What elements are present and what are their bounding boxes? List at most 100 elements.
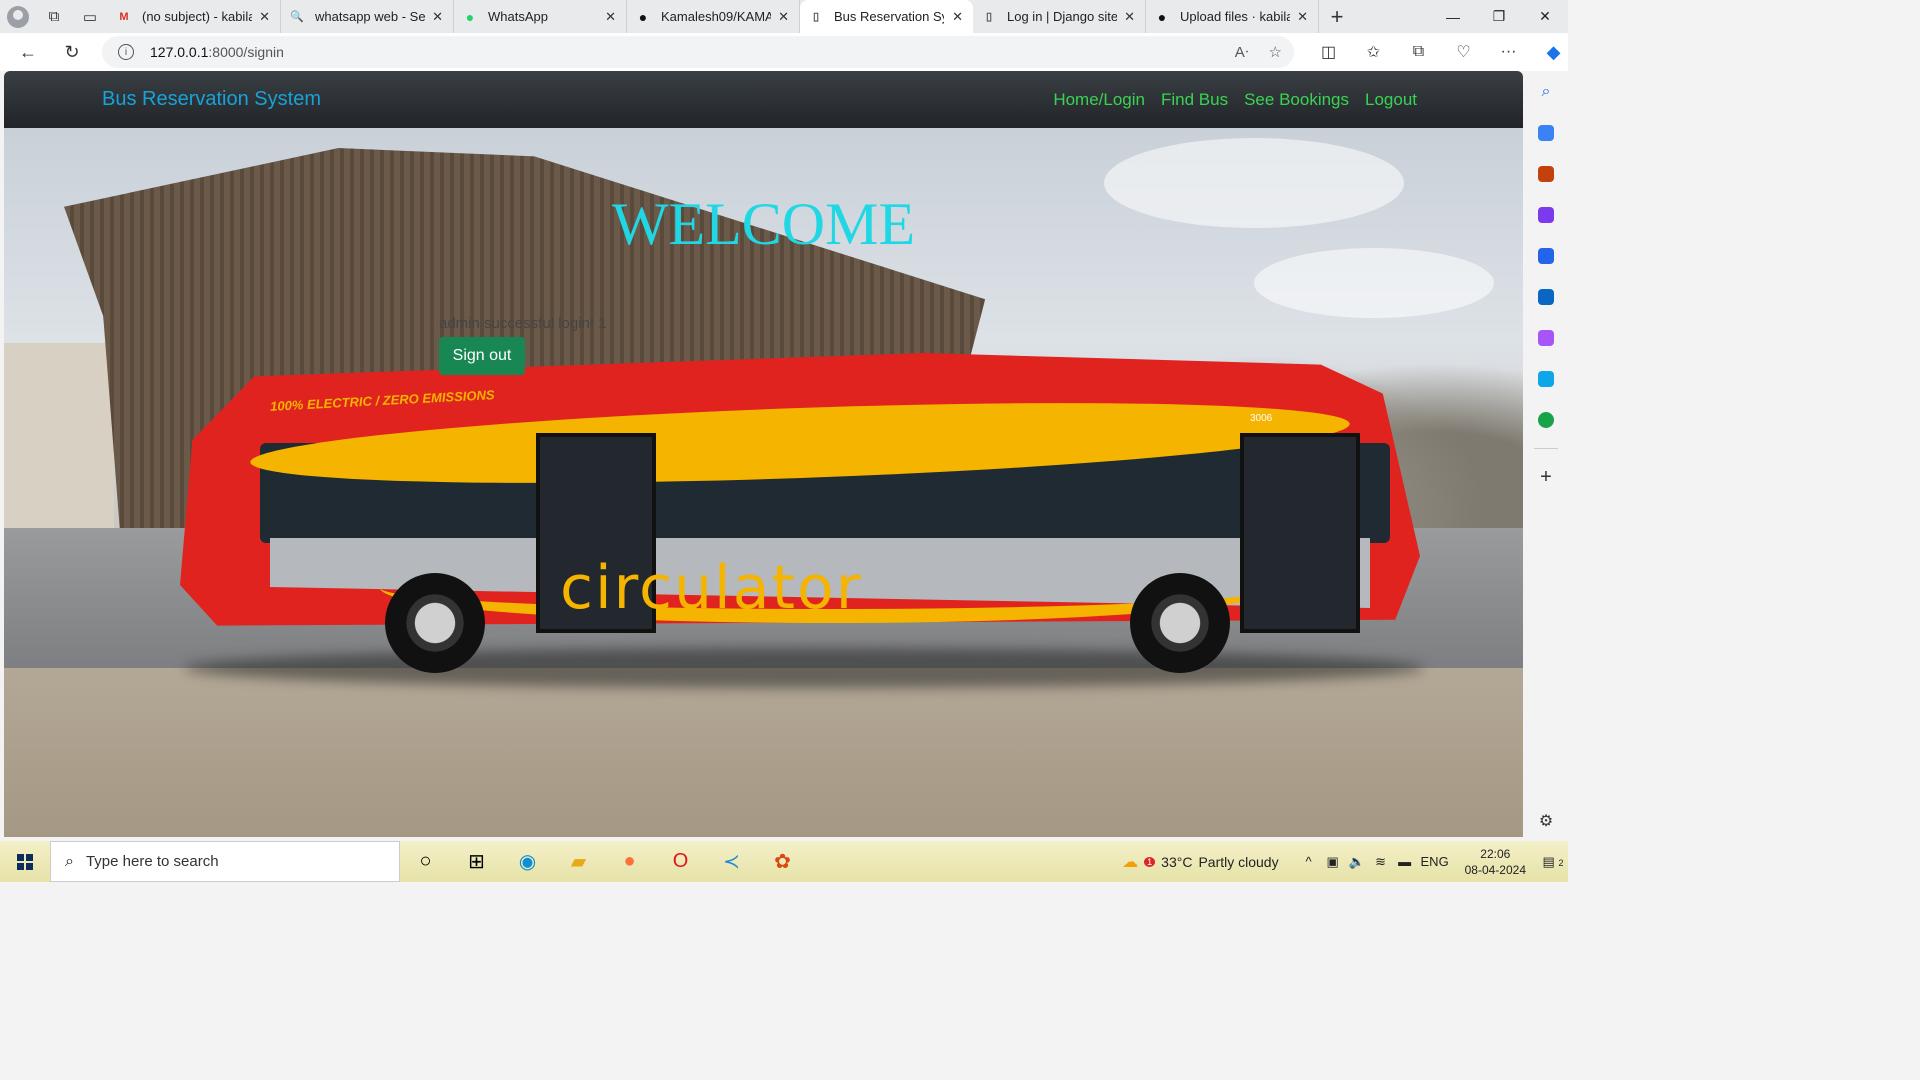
sidebar-divider bbox=[1534, 448, 1558, 449]
navbar-brand[interactable]: Bus Reservation System bbox=[102, 88, 321, 111]
clock-date: 08-04-2024 bbox=[1464, 862, 1526, 877]
sidebar-settings-button[interactable]: ⚙ bbox=[1524, 800, 1568, 841]
split-screen-icon: ◫ bbox=[1320, 44, 1337, 61]
back-button[interactable]: ← bbox=[6, 33, 50, 71]
firefox-icon: ● bbox=[623, 850, 636, 872]
close-icon[interactable]: ✕ bbox=[952, 9, 963, 25]
vscode-icon: ≺ bbox=[723, 851, 740, 873]
battery-icon[interactable]: ▬ bbox=[1393, 854, 1417, 869]
task-view-button[interactable]: ⊞ bbox=[451, 841, 502, 882]
chevron-up-icon[interactable]: ^ bbox=[1297, 854, 1321, 869]
workspaces-button[interactable]: ⧉ bbox=[36, 0, 72, 33]
vscode-app[interactable]: ≺ bbox=[706, 841, 757, 882]
read-aloud-icon[interactable]: Aᐧ bbox=[1235, 43, 1249, 61]
sidebar-search-button[interactable]: ⌕ bbox=[1524, 71, 1568, 112]
close-icon[interactable]: ✕ bbox=[605, 9, 616, 25]
collections-icon: ⧉ bbox=[1412, 43, 1425, 60]
gear-icon: ⚙ bbox=[1538, 812, 1554, 830]
nav-link-find-bus[interactable]: Find Bus bbox=[1161, 90, 1228, 110]
nav-link-logout[interactable]: Logout bbox=[1365, 90, 1417, 110]
file-explorer-app[interactable]: ▰ bbox=[553, 841, 604, 882]
restore-icon: ❐ bbox=[1492, 8, 1506, 24]
close-icon[interactable]: ✕ bbox=[1297, 9, 1308, 25]
taskbar-search-placeholder: Type here to search bbox=[85, 853, 219, 870]
sidebar-add-button[interactable]: + bbox=[1524, 457, 1568, 498]
new-tab-button[interactable]: + bbox=[1319, 0, 1355, 33]
close-icon[interactable]: ✕ bbox=[432, 9, 443, 25]
split-screen-button[interactable]: ◫ bbox=[1306, 33, 1351, 71]
collections-button[interactable]: ⧉ bbox=[1396, 33, 1441, 71]
close-icon[interactable]: ✕ bbox=[778, 9, 789, 25]
page-icon: ▯ bbox=[812, 11, 820, 23]
system-tray: ☁ 1 33°C Partly cloudy ^ ▣ 🔈 ≋ ▬ ENG 22:… bbox=[1122, 841, 1568, 882]
notification-center-button[interactable]: ▤ 2 bbox=[1538, 854, 1568, 870]
window-controls: — ❐ ✕ bbox=[1430, 0, 1568, 33]
weather-widget[interactable]: ☁ 1 33°C Partly cloudy bbox=[1122, 852, 1278, 872]
bus-number: 3006 bbox=[1250, 413, 1273, 424]
url-field[interactable]: i 127.0.0.1:8000/signin Aᐧ ☆ bbox=[102, 36, 1294, 68]
minimize-button[interactable]: — bbox=[1430, 0, 1476, 33]
wifi-icon[interactable]: ≋ bbox=[1369, 854, 1393, 870]
firefox-app[interactable]: ● bbox=[604, 841, 655, 882]
restore-button[interactable]: ❐ bbox=[1476, 0, 1522, 33]
sidebar-tools-button[interactable] bbox=[1524, 153, 1568, 194]
page-viewport: Bus Reservation System Home/Login Find B… bbox=[4, 71, 1523, 837]
bus-rear-door bbox=[1240, 433, 1360, 633]
sidebar-send-button[interactable] bbox=[1524, 358, 1568, 399]
more-menu-button[interactable]: ··· bbox=[1486, 33, 1531, 71]
weather-cloud-icon: ☁ bbox=[1122, 853, 1139, 871]
favorites-button[interactable]: ✩ bbox=[1351, 33, 1396, 71]
paint-app[interactable]: ✿ bbox=[757, 841, 808, 882]
close-icon[interactable]: ✕ bbox=[259, 9, 270, 25]
favorite-star-icon[interactable]: ☆ bbox=[1269, 43, 1282, 61]
clock-time: 22:06 bbox=[1480, 846, 1511, 861]
sidebar-tree-button[interactable] bbox=[1524, 399, 1568, 440]
language-indicator[interactable]: ENG bbox=[1417, 854, 1453, 869]
page-icon: ▯ bbox=[985, 11, 993, 23]
sidebar-outlook-button[interactable] bbox=[1524, 276, 1568, 317]
copilot-button[interactable]: ◆ bbox=[1531, 33, 1576, 71]
sidebar-games-button[interactable] bbox=[1524, 194, 1568, 235]
close-icon[interactable]: ✕ bbox=[1124, 9, 1135, 25]
url-path: :8000/signin bbox=[208, 44, 284, 60]
sign-out-button[interactable]: Sign out bbox=[439, 337, 525, 375]
sidebar-designer-button[interactable] bbox=[1524, 317, 1568, 358]
tab-github-upload[interactable]: ● Upload files · kabila ✕ bbox=[1146, 0, 1319, 33]
profile-button[interactable] bbox=[0, 0, 36, 33]
tab-github-repo[interactable]: ● Kamalesh09/KAMAL ✕ bbox=[627, 0, 800, 33]
browser-essentials-button[interactable]: ♡ bbox=[1441, 33, 1486, 71]
shopping-tag-icon bbox=[1538, 124, 1554, 141]
taskbar-search-box[interactable]: ⌕ Type here to search bbox=[50, 841, 400, 882]
meet-icon[interactable]: ▣ bbox=[1321, 854, 1345, 870]
tab-title: whatsapp web - Sea bbox=[315, 9, 425, 24]
send-icon bbox=[1538, 370, 1554, 387]
tab-bus-reservation[interactable]: ▯ Bus Reservation Sys ✕ bbox=[800, 0, 973, 33]
speaker-icon[interactable]: 🔈 bbox=[1345, 854, 1369, 870]
cortana-circle-icon: ○ bbox=[419, 850, 432, 872]
outlook-icon bbox=[1538, 288, 1554, 305]
tab-strip: ⧉ ▭ M (no subject) - kabila ✕ 🔍 whatsapp… bbox=[0, 0, 1568, 33]
tab-actions-button[interactable]: ▭ bbox=[72, 0, 108, 33]
bus-logo: circulator bbox=[560, 553, 863, 623]
tab-gmail[interactable]: M (no subject) - kabila ✕ bbox=[108, 0, 281, 33]
close-window-button[interactable]: ✕ bbox=[1522, 0, 1568, 33]
tab-search[interactable]: 🔍 whatsapp web - Sea ✕ bbox=[281, 0, 454, 33]
start-button[interactable] bbox=[0, 841, 50, 882]
sidebar-copilot-button[interactable] bbox=[1524, 235, 1568, 276]
cortana-button[interactable]: ○ bbox=[400, 841, 451, 882]
tab-whatsapp[interactable]: ● WhatsApp ✕ bbox=[454, 0, 627, 33]
nav-link-home-login[interactable]: Home/Login bbox=[1053, 90, 1145, 110]
close-icon: ✕ bbox=[1539, 8, 1551, 24]
sidebar-shopping-button[interactable] bbox=[1524, 112, 1568, 153]
weather-temperature: 33°C bbox=[1161, 853, 1193, 870]
site-info-icon[interactable]: i bbox=[118, 44, 134, 60]
browser-toolbar: ◫ ✩ ⧉ ♡ ··· ◆ bbox=[1306, 33, 1576, 71]
refresh-button[interactable]: ↻ bbox=[50, 33, 94, 71]
edge-app[interactable]: ◉ bbox=[502, 841, 553, 882]
weather-description: Partly cloudy bbox=[1198, 853, 1279, 870]
clock[interactable]: 22:06 08-04-2024 bbox=[1465, 846, 1526, 878]
weather-alert-badge: 1 bbox=[1144, 856, 1156, 867]
nav-link-see-bookings[interactable]: See Bookings bbox=[1244, 90, 1349, 110]
opera-app[interactable]: O bbox=[655, 841, 706, 882]
tab-django-login[interactable]: ▯ Log in | Django site ✕ bbox=[973, 0, 1146, 33]
